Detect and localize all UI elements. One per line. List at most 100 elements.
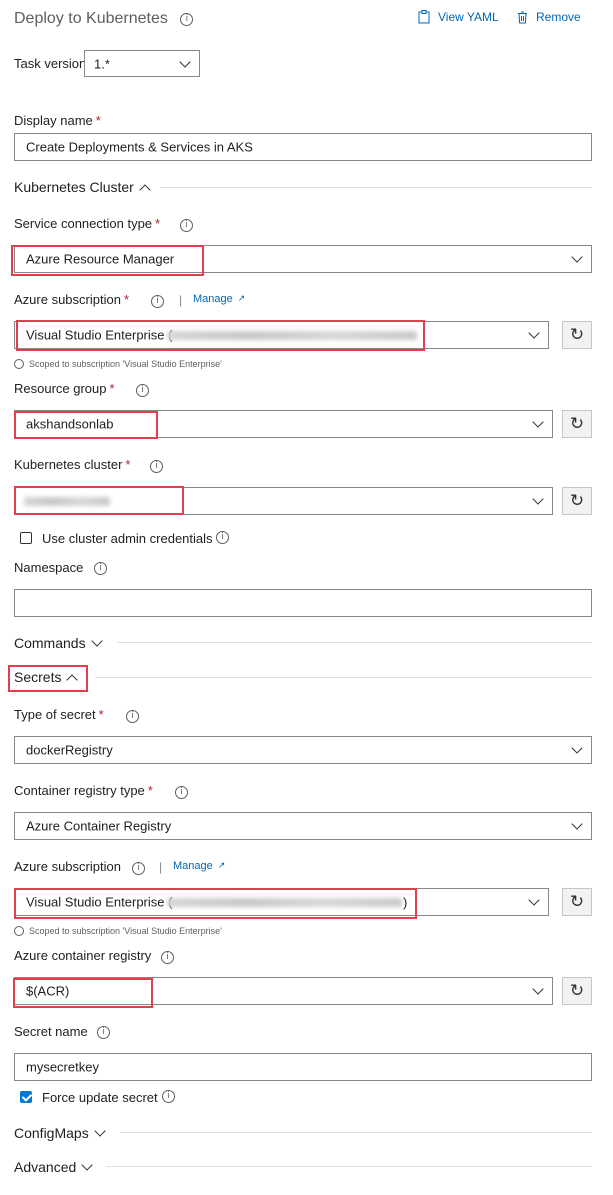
highlight-box	[16, 320, 425, 351]
scope-hint: Scoped to subscription 'Visual Studio En…	[14, 926, 222, 936]
chevron-down-icon	[571, 251, 583, 263]
highlight-box	[13, 978, 153, 1008]
refresh-icon: ↻	[569, 981, 585, 1001]
secret-name-value: mysecretkey	[26, 1059, 99, 1075]
highlight-box	[14, 888, 417, 919]
external-link-icon: ↗	[217, 861, 226, 871]
info-icon[interactable]: i	[180, 13, 194, 26]
secret-name-input[interactable]: mysecretkey	[14, 1053, 592, 1081]
use-admin-checkbox[interactable]	[20, 532, 32, 544]
section-divider	[160, 187, 592, 188]
view-yaml-label: View YAML	[438, 10, 499, 24]
resource-group-label-text: Resource group	[14, 381, 107, 396]
info-icon[interactable]: i	[126, 710, 139, 723]
info-icon	[14, 359, 24, 369]
external-link-icon: ↗	[237, 294, 246, 304]
info-icon[interactable]: i	[151, 295, 164, 308]
required-mark: *	[155, 216, 161, 231]
container-registry-type-value: Azure Container Registry	[26, 818, 172, 834]
highlight-box	[14, 411, 158, 439]
secrets-azure-subscription-label: Azure subscription	[14, 859, 121, 874]
required-mark: *	[109, 381, 115, 396]
separator: |	[159, 860, 163, 874]
chevron-down-icon	[94, 1125, 106, 1137]
kubernetes-cluster-label-text: Kubernetes cluster	[14, 457, 123, 472]
refresh-button[interactable]: ↻	[562, 487, 592, 515]
required-mark: *	[147, 783, 153, 798]
chevron-down-icon	[532, 493, 544, 505]
section-commands[interactable]: Commands	[14, 635, 103, 651]
scope-hint-text: Scoped to subscription 'Visual Studio En…	[29, 926, 222, 936]
info-icon[interactable]: i	[150, 460, 163, 473]
type-of-secret-label-text: Type of secret	[14, 707, 96, 722]
kubernetes-cluster-label: Kubernetes cluster *	[14, 457, 130, 472]
section-divider	[120, 1132, 592, 1133]
scope-hint: Scoped to subscription 'Visual Studio En…	[14, 359, 222, 369]
chevron-down-icon	[532, 416, 544, 428]
required-mark: *	[123, 292, 130, 307]
info-icon[interactable]: i	[132, 862, 145, 875]
manage-link[interactable]: Manage ↗	[193, 293, 245, 305]
required-mark: *	[95, 113, 101, 128]
section-configmaps-label: ConfigMaps	[14, 1125, 89, 1141]
use-admin-label: Use cluster admin credentials	[42, 531, 213, 546]
container-registry-type-select[interactable]: Azure Container Registry	[14, 812, 592, 840]
section-advanced[interactable]: Advanced	[14, 1159, 93, 1175]
section-commands-label: Commands	[14, 635, 86, 651]
refresh-icon: ↻	[569, 414, 585, 434]
remove-label: Remove	[536, 10, 581, 24]
section-kubernetes-cluster[interactable]: Kubernetes Cluster	[14, 179, 151, 196]
scope-hint-text: Scoped to subscription 'Visual Studio En…	[29, 359, 222, 369]
chevron-up-icon	[139, 184, 151, 196]
highlight-box	[8, 665, 88, 692]
azure-container-registry-label: Azure container registry	[14, 948, 152, 963]
chevron-down-icon	[571, 742, 583, 754]
refresh-icon: ↻	[569, 892, 585, 912]
info-icon[interactable]: i	[175, 786, 188, 799]
container-registry-type-label: Container registry type *	[14, 783, 153, 798]
force-update-label: Force update secret	[42, 1090, 158, 1105]
section-advanced-label: Advanced	[14, 1159, 77, 1175]
force-update-checkbox[interactable]	[20, 1091, 33, 1103]
refresh-button[interactable]: ↻	[562, 888, 592, 916]
info-icon[interactable]: i	[97, 1026, 110, 1039]
display-name-value: Create Deployments & Services in AKS	[26, 139, 253, 155]
section-divider	[106, 1166, 592, 1167]
refresh-button[interactable]: ↻	[562, 410, 592, 438]
info-icon[interactable]: i	[136, 384, 149, 397]
chevron-down-icon	[179, 55, 191, 68]
info-icon	[14, 926, 24, 936]
info-icon[interactable]: i	[161, 951, 174, 964]
remove-button[interactable]: Remove	[517, 10, 581, 24]
page-title: Deploy to Kubernetes i	[14, 10, 194, 28]
highlight-box	[14, 486, 184, 515]
manage-link-label: Manage	[173, 860, 213, 872]
page-title-text: Deploy to Kubernetes	[14, 10, 168, 27]
info-icon[interactable]: i	[94, 562, 107, 575]
refresh-button[interactable]: ↻	[562, 977, 592, 1005]
task-version-value: 1.*	[94, 56, 110, 71]
azure-subscription-label: Azure subscription *	[14, 292, 129, 307]
chevron-down-icon	[532, 983, 544, 995]
namespace-label: Namespace	[14, 560, 84, 575]
info-icon[interactable]: i	[162, 1090, 175, 1103]
manage-link[interactable]: Manage ↗	[173, 860, 225, 872]
checkmark-icon	[21, 1091, 33, 1102]
section-configmaps[interactable]: ConfigMaps	[14, 1125, 106, 1141]
refresh-icon: ↻	[569, 491, 585, 511]
type-of-secret-select[interactable]: dockerRegistry	[14, 736, 592, 764]
display-name-label-text: Display name	[14, 113, 93, 128]
separator: |	[179, 293, 183, 307]
namespace-input[interactable]	[14, 589, 592, 617]
refresh-button[interactable]: ↻	[562, 321, 592, 349]
info-icon[interactable]: i	[180, 219, 193, 232]
task-version-select[interactable]: 1.*	[84, 50, 200, 77]
service-connection-type-label: Service connection type *	[14, 216, 160, 231]
info-icon[interactable]: i	[216, 531, 229, 544]
section-divider	[95, 677, 592, 678]
display-name-input[interactable]: Create Deployments & Services in AKS	[14, 133, 592, 161]
type-of-secret-value: dockerRegistry	[26, 742, 113, 758]
highlight-box	[11, 245, 204, 276]
type-of-secret-label: Type of secret *	[14, 707, 104, 722]
view-yaml-button[interactable]: View YAML	[418, 10, 499, 24]
